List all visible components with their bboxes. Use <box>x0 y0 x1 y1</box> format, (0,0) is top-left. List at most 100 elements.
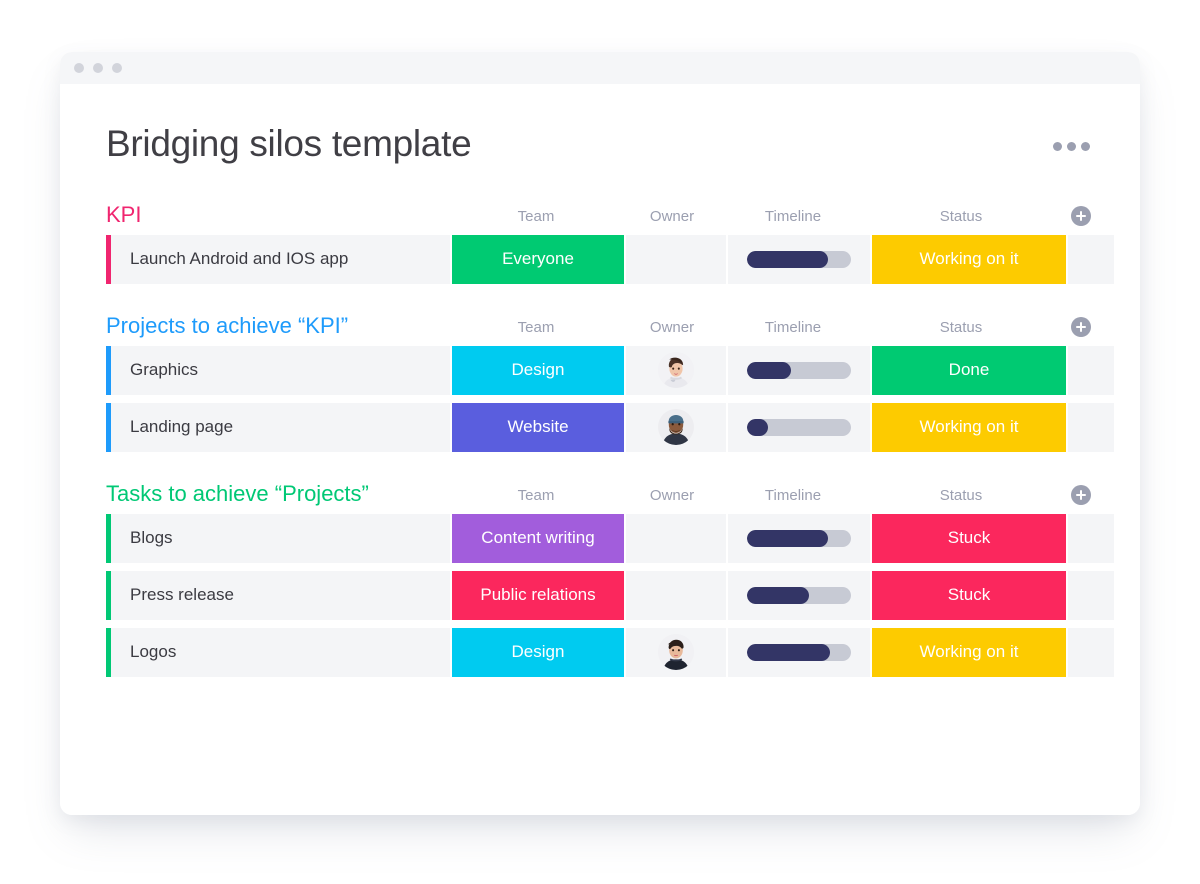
add-column-cell <box>1058 484 1104 506</box>
column-header-timeline[interactable]: Timeline <box>722 209 864 227</box>
board-group: Tasks to achieve “Projects” Team Owner Time… <box>106 472 1114 677</box>
cell-item-name[interactable]: Blogs <box>106 513 450 563</box>
cell-owner[interactable] <box>626 345 726 395</box>
timeline-progress-fill <box>747 529 829 547</box>
timeline-progress-fill <box>747 643 831 661</box>
group-title[interactable]: Tasks to achieve “Projects” <box>106 482 450 506</box>
add-column-cell <box>1058 205 1104 227</box>
group-title[interactable]: Projects to achieve “KPI” <box>106 314 450 338</box>
cell-owner[interactable] <box>626 513 726 563</box>
table-row[interactable]: Logos Design Working on it <box>106 627 1114 677</box>
table-row[interactable]: Launch Android and IOS app Everyone Workin… <box>106 234 1114 284</box>
cell-team[interactable]: Everyone <box>452 234 624 284</box>
cell-timeline[interactable] <box>728 570 870 620</box>
add-column-icon[interactable] <box>1071 316 1091 337</box>
group-rows: Blogs Content writing Stuck Press release Pu… <box>106 513 1114 677</box>
cell-owner[interactable] <box>626 570 726 620</box>
cell-empty <box>1068 570 1114 620</box>
item-name-label: Landing page <box>130 417 234 437</box>
timeline-progress-fill <box>747 586 810 604</box>
cell-empty <box>1068 345 1114 395</box>
cell-item-name[interactable]: Launch Android and IOS app <box>106 234 450 284</box>
board-groups: KPI Team Owner Timeline Status Launch Android… <box>60 193 1140 677</box>
column-header-status[interactable]: Status <box>864 320 1058 338</box>
timeline-progress-track[interactable] <box>747 643 851 661</box>
cell-status[interactable]: Working on it <box>872 402 1066 452</box>
column-header-team[interactable]: Team <box>450 320 622 338</box>
column-header-owner[interactable]: Owner <box>622 488 722 506</box>
cell-team[interactable]: Content writing <box>452 513 624 563</box>
column-header-owner[interactable]: Owner <box>622 320 722 338</box>
cell-empty <box>1068 627 1114 677</box>
cell-team[interactable]: Website <box>452 402 624 452</box>
cell-owner[interactable] <box>626 627 726 677</box>
column-header-timeline[interactable]: Timeline <box>722 488 864 506</box>
window-maximize-dot[interactable] <box>112 63 122 73</box>
table-row[interactable]: Landing page Website Working on it <box>106 402 1114 452</box>
cell-team[interactable]: Design <box>452 345 624 395</box>
group-header: Tasks to achieve “Projects” Team Owner Time… <box>106 472 1094 506</box>
cell-timeline[interactable] <box>728 345 870 395</box>
cell-empty <box>1068 234 1114 284</box>
item-name-label: Blogs <box>130 528 173 548</box>
timeline-progress-track[interactable] <box>747 250 851 268</box>
cell-timeline[interactable] <box>728 402 870 452</box>
cell-item-name[interactable]: Press release <box>106 570 450 620</box>
more-options-dot <box>1081 142 1090 151</box>
avatar[interactable] <box>658 409 694 446</box>
add-column-icon[interactable] <box>1071 205 1091 226</box>
cell-status[interactable]: Stuck <box>872 513 1066 563</box>
more-options-dot <box>1053 142 1062 151</box>
timeline-progress-track[interactable] <box>747 586 851 604</box>
cell-status[interactable]: Done <box>872 345 1066 395</box>
row-accent-bar <box>106 570 111 620</box>
column-header-status[interactable]: Status <box>864 488 1058 506</box>
column-header-timeline[interactable]: Timeline <box>722 320 864 338</box>
page-title: Bridging silos template <box>106 123 472 164</box>
add-column-cell <box>1058 316 1104 338</box>
cell-timeline[interactable] <box>728 513 870 563</box>
timeline-progress-track[interactable] <box>747 361 851 379</box>
window-minimize-dot[interactable] <box>93 63 103 73</box>
timeline-progress-fill <box>747 361 791 379</box>
more-options-icon[interactable] <box>1053 142 1090 151</box>
item-name-label: Press release <box>130 585 234 605</box>
column-header-team[interactable]: Team <box>450 209 622 227</box>
board-group: Projects to achieve “KPI” Team Owner Timeli… <box>106 304 1114 452</box>
table-row[interactable]: Graphics Design Done <box>106 345 1114 395</box>
timeline-progress-track[interactable] <box>747 418 851 436</box>
cell-status[interactable]: Stuck <box>872 570 1066 620</box>
column-header-team[interactable]: Team <box>450 488 622 506</box>
board-header: Bridging silos template <box>60 84 1140 165</box>
cell-owner[interactable] <box>626 402 726 452</box>
group-header: KPI Team Owner Timeline Status <box>106 193 1094 227</box>
group-title[interactable]: KPI <box>106 203 450 227</box>
cell-team[interactable]: Design <box>452 627 624 677</box>
table-row[interactable]: Press release Public relations Stuck <box>106 570 1114 620</box>
cell-item-name[interactable]: Logos <box>106 627 450 677</box>
cell-timeline[interactable] <box>728 627 870 677</box>
column-header-status[interactable]: Status <box>864 209 1058 227</box>
cell-status[interactable]: Working on it <box>872 234 1066 284</box>
cell-item-name[interactable]: Landing page <box>106 402 450 452</box>
cell-item-name[interactable]: Graphics <box>106 345 450 395</box>
cell-owner[interactable] <box>626 234 726 284</box>
add-column-icon[interactable] <box>1071 484 1091 505</box>
cell-team[interactable]: Public relations <box>452 570 624 620</box>
timeline-progress-track[interactable] <box>747 529 851 547</box>
timeline-progress-fill <box>747 418 768 436</box>
cell-status[interactable]: Working on it <box>872 627 1066 677</box>
item-name-label: Launch Android and IOS app <box>130 249 349 269</box>
table-row[interactable]: Blogs Content writing Stuck <box>106 513 1114 563</box>
row-accent-bar <box>106 402 111 452</box>
row-accent-bar <box>106 345 111 395</box>
column-header-owner[interactable]: Owner <box>622 209 722 227</box>
avatar[interactable] <box>658 634 694 671</box>
row-accent-bar <box>106 234 111 284</box>
avatar[interactable] <box>658 352 694 389</box>
window-close-dot[interactable] <box>74 63 84 73</box>
row-accent-bar <box>106 627 111 677</box>
group-header: Projects to achieve “KPI” Team Owner Timeli… <box>106 304 1094 338</box>
cell-empty <box>1068 402 1114 452</box>
cell-timeline[interactable] <box>728 234 870 284</box>
